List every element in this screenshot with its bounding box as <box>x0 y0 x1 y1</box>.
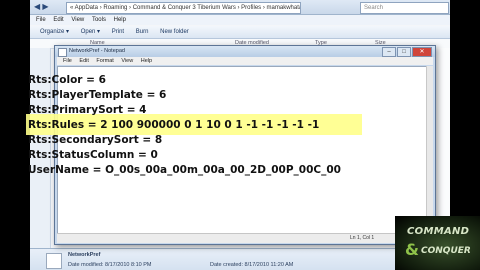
np-menu-help[interactable]: Help <box>141 58 152 64</box>
address-bar-area: ◀ ▶ « AppData › Roaming › Command & Conq… <box>30 0 450 15</box>
menu-help[interactable]: Help <box>114 17 126 23</box>
vertical-scrollbar[interactable] <box>426 66 433 232</box>
notepad-icon <box>58 48 67 57</box>
game-logo: COMMAND & CONQUER <box>395 216 480 270</box>
logo-word-conquer: CONQUER <box>421 246 471 256</box>
maximize-button[interactable]: □ <box>397 47 411 57</box>
text-line-username: UserName = O_00s_00a_00m_00a_00_2D_00P_0… <box>28 164 341 176</box>
np-menu-edit[interactable]: Edit <box>79 58 88 64</box>
command-bar: Organize ▾ Open ▾ Print Burn New folder <box>30 26 450 39</box>
details-date-modified: Date modified: 8/17/2010 8:10 PM <box>68 262 152 268</box>
search-input[interactable]: Search <box>360 2 449 14</box>
address-field[interactable]: « AppData › Roaming › Command & Conquer … <box>66 2 301 14</box>
text-line-primary-sort: Rts:PrimarySort = 4 <box>28 104 147 116</box>
close-button[interactable]: ✕ <box>412 47 432 57</box>
menu-view[interactable]: View <box>71 17 84 23</box>
np-menu-view[interactable]: View <box>121 58 133 64</box>
text-line-color: Rts:Color = 6 <box>28 74 106 86</box>
details-pane: NetworkPref Date modified: 8/17/2010 8:1… <box>30 248 450 270</box>
new-folder-button[interactable]: New folder <box>160 29 189 35</box>
notepad-statusbar: Ln 1, Col 1 <box>57 233 433 243</box>
burn-button[interactable]: Burn <box>136 29 149 35</box>
explorer-menubar: File Edit View Tools Help <box>30 15 450 25</box>
logo-ampersand: & <box>405 240 419 259</box>
menu-edit[interactable]: Edit <box>53 17 63 23</box>
details-date-created: Date created: 8/17/2010 11:20 AM <box>210 262 294 268</box>
file-icon <box>46 253 62 269</box>
print-button[interactable]: Print <box>112 29 124 35</box>
notepad-menubar: File Edit Format View Help <box>57 57 433 65</box>
menu-tools[interactable]: Tools <box>92 17 106 23</box>
details-file-name: NetworkPref <box>68 252 101 258</box>
menu-file[interactable]: File <box>36 17 46 23</box>
organize-button[interactable]: Organize ▾ <box>40 29 69 35</box>
text-line-rules: Rts:Rules = 2 100 900000 0 1 10 0 1 -1 -… <box>28 119 320 131</box>
text-line-player-template: Rts:PlayerTemplate = 6 <box>28 89 167 101</box>
text-line-status-column: Rts:StatusColumn = 0 <box>28 149 158 161</box>
notepad-titlebar[interactable]: NetworkPref - Notepad – □ ✕ <box>55 46 435 57</box>
minimize-button[interactable]: – <box>382 47 396 57</box>
logo-word-command: COMMAND <box>407 226 470 237</box>
np-menu-format[interactable]: Format <box>96 58 113 64</box>
open-button[interactable]: Open ▾ <box>81 29 100 35</box>
text-line-secondary-sort: Rts:SecondarySort = 8 <box>28 134 163 146</box>
back-forward-icon[interactable]: ◀ ▶ <box>34 2 49 11</box>
np-menu-file[interactable]: File <box>63 58 72 64</box>
cursor-position: Ln 1, Col 1 <box>350 235 375 241</box>
notepad-title: NetworkPref - Notepad <box>69 48 125 54</box>
